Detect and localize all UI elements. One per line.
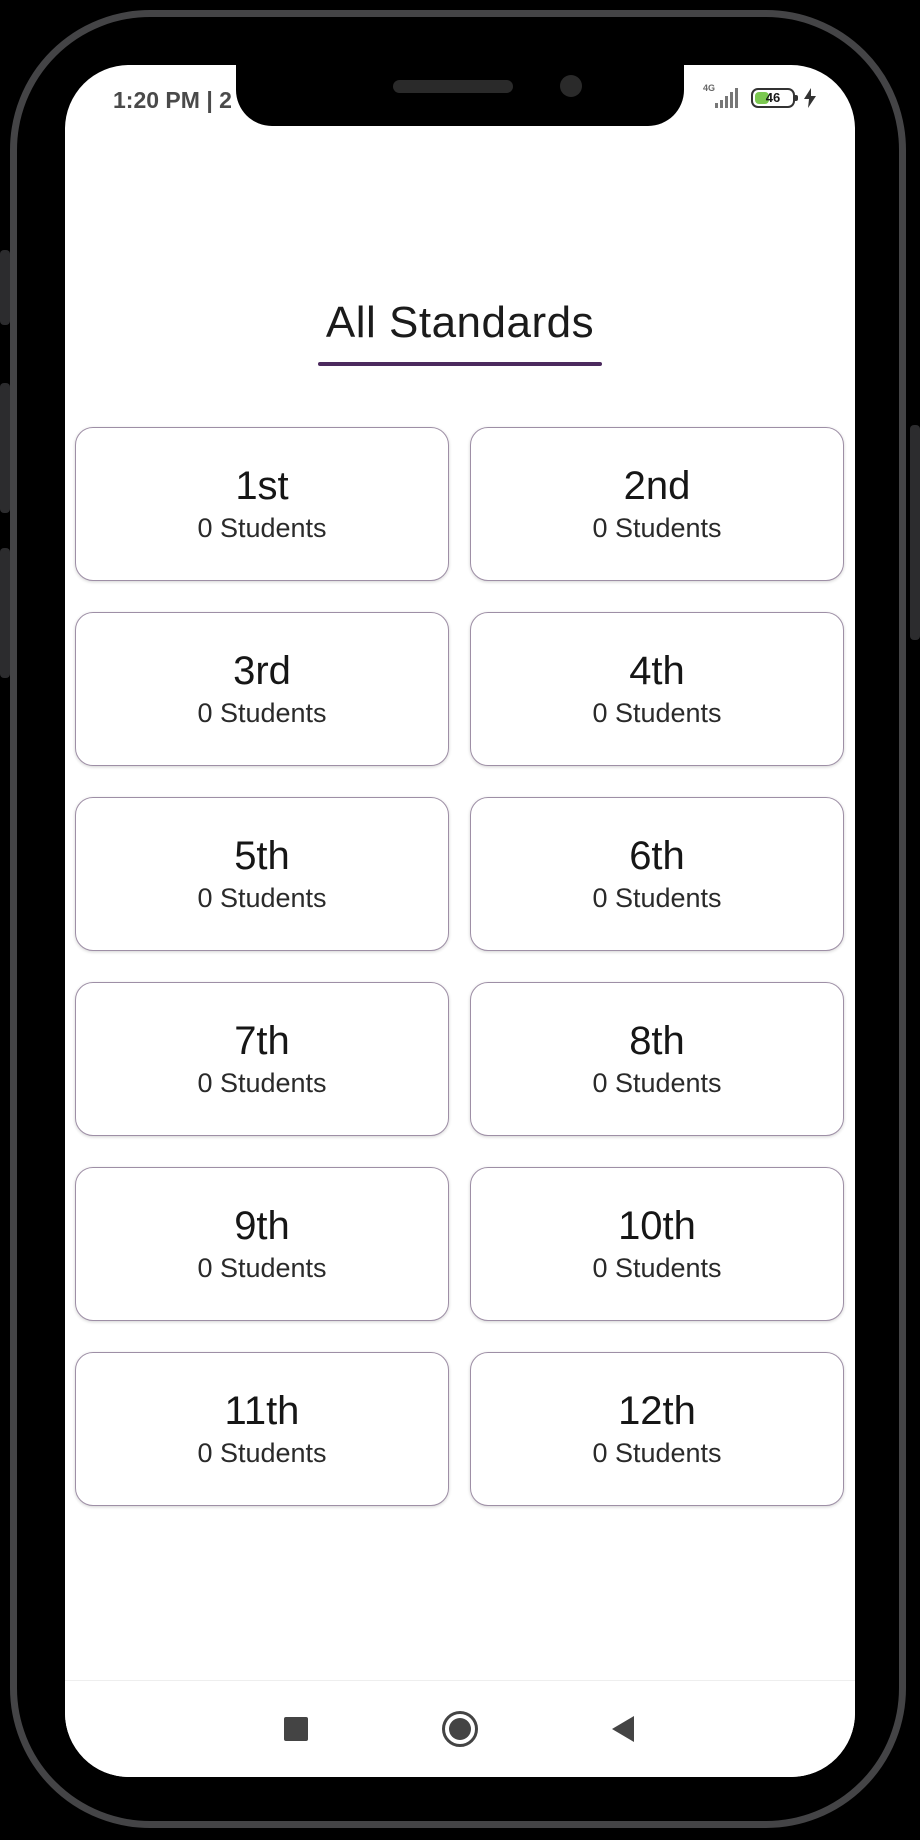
standards-grid: 1st 0 Students 2nd 0 Students 3rd 0 Stud… — [75, 427, 845, 1506]
standard-card-7th[interactable]: 7th 0 Students — [75, 982, 449, 1136]
standard-name: 4th — [629, 649, 685, 693]
network-type: 4G — [703, 83, 716, 93]
standard-name: 11th — [224, 1389, 300, 1433]
earpiece-speaker — [393, 80, 513, 93]
standard-name: 7th — [234, 1019, 290, 1063]
system-nav-bar — [65, 1680, 855, 1777]
student-count: 0 Students — [197, 883, 327, 913]
student-count: 0 Students — [592, 883, 722, 913]
standard-name: 3rd — [233, 649, 291, 693]
standard-card-10th[interactable]: 10th 0 Students — [470, 1167, 844, 1321]
standard-card-12th[interactable]: 12th 0 Students — [470, 1352, 844, 1506]
student-count: 0 Students — [592, 698, 722, 728]
side-button-volume-up — [0, 383, 10, 513]
signal-icon: 4G — [703, 83, 743, 110]
standard-card-11th[interactable]: 11th 0 Students — [75, 1352, 449, 1506]
standard-card-3rd[interactable]: 3rd 0 Students — [75, 612, 449, 766]
home-button[interactable] — [440, 1709, 480, 1749]
student-count: 0 Students — [592, 1253, 722, 1283]
standard-card-6th[interactable]: 6th 0 Students — [470, 797, 844, 951]
side-button-mute — [0, 250, 10, 325]
student-count: 0 Students — [592, 1068, 722, 1098]
charging-bolt-icon — [804, 88, 816, 108]
status-icons: 4G 46 — [703, 83, 817, 111]
recents-button[interactable] — [276, 1709, 316, 1749]
student-count: 0 Students — [197, 1438, 327, 1468]
standard-card-9th[interactable]: 9th 0 Students — [75, 1167, 449, 1321]
student-count: 0 Students — [197, 1253, 327, 1283]
standard-name: 5th — [234, 834, 290, 878]
standard-name: 1st — [235, 464, 289, 508]
back-triangle-icon — [612, 1716, 634, 1742]
student-count: 0 Students — [197, 698, 327, 728]
battery-icon: 46 — [751, 88, 798, 108]
home-circle-icon — [442, 1711, 478, 1747]
standard-card-1st[interactable]: 1st 0 Students — [75, 427, 449, 581]
standard-card-8th[interactable]: 8th 0 Students — [470, 982, 844, 1136]
camera-notch — [236, 65, 684, 126]
standard-card-2nd[interactable]: 2nd 0 Students — [470, 427, 844, 581]
page-title: All Standards — [325, 298, 595, 347]
recents-square-icon — [284, 1717, 308, 1741]
student-count: 0 Students — [197, 513, 327, 543]
side-button-volume-down — [0, 548, 10, 678]
student-count: 0 Students — [592, 513, 722, 543]
standard-name: 10th — [618, 1204, 696, 1248]
standard-name: 6th — [629, 834, 685, 878]
standard-card-4th[interactable]: 4th 0 Students — [470, 612, 844, 766]
student-count: 0 Students — [592, 1438, 722, 1468]
standard-card-5th[interactable]: 5th 0 Students — [75, 797, 449, 951]
title-underline — [318, 362, 602, 366]
back-button[interactable] — [603, 1709, 643, 1749]
student-count: 0 Students — [197, 1068, 327, 1098]
battery-level: 46 — [765, 90, 781, 105]
side-button-power — [910, 425, 920, 640]
standard-name: 2nd — [623, 464, 691, 508]
standard-name: 8th — [629, 1019, 685, 1063]
screen: 1:20 PM | 2 4G 46 All Standards 1st 0 St… — [65, 65, 855, 1777]
status-time: 1:20 PM | 2 — [113, 87, 232, 113]
standard-name: 9th — [234, 1204, 290, 1248]
front-camera — [560, 75, 582, 97]
standard-name: 12th — [618, 1389, 696, 1433]
